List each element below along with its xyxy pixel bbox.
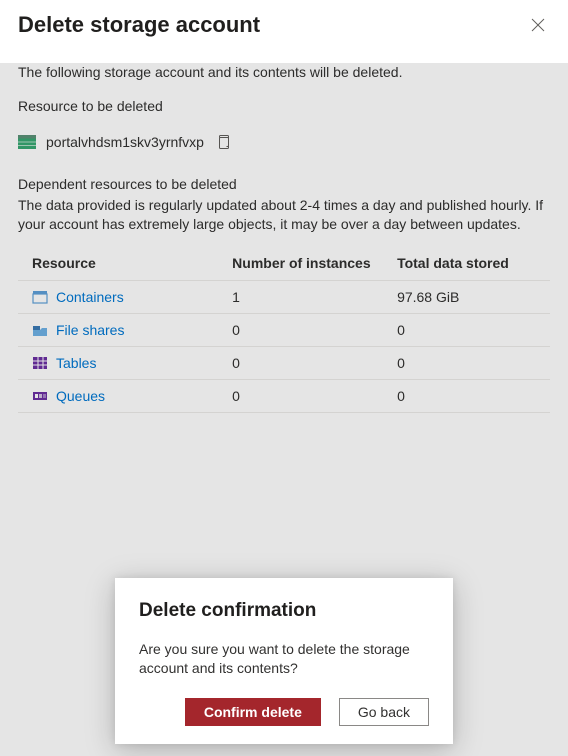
col-resource[interactable]: Resource [18,246,220,281]
panel-content: The following storage account and its co… [0,56,568,421]
dependent-section-label: Dependent resources to be deleted [18,176,550,192]
instances-cell: 0 [220,313,385,346]
instances-cell: 0 [220,379,385,412]
table-icon [32,356,48,370]
dependent-resources-table: Resource Number of instances Total data … [18,246,550,413]
resource-link-queues[interactable]: Queues [56,388,105,404]
confirm-delete-button[interactable]: Confirm delete [185,698,321,726]
dialog-message: Are you sure you want to delete the stor… [139,640,429,678]
stored-cell: 97.68 GiB [385,280,550,313]
table-row: File shares 00 [18,313,550,346]
container-icon [32,290,48,304]
stored-cell: 0 [385,313,550,346]
resource-link-tables[interactable]: Tables [56,355,96,371]
fileshare-icon [32,323,48,337]
copy-button[interactable] [214,132,232,152]
page-title: Delete storage account [18,12,260,38]
resource-row: portalvhdsm1skv3yrnfvxp [18,132,550,152]
dependent-description: The data provided is regularly updated a… [18,196,550,234]
queue-icon [32,389,48,403]
go-back-button[interactable]: Go back [339,698,429,726]
intro-text: The following storage account and its co… [18,64,550,80]
close-icon [530,17,546,33]
instances-cell: 1 [220,280,385,313]
table-row: Containers 197.68 GiB [18,280,550,313]
confirmation-dialog: Delete confirmation Are you sure you wan… [115,578,453,744]
storage-account-icon [18,135,36,149]
table-row: Queues 00 [18,379,550,412]
resource-name: portalvhdsm1skv3yrnfvxp [46,134,204,150]
stored-cell: 0 [385,346,550,379]
dialog-title: Delete confirmation [139,600,429,622]
dialog-actions: Confirm delete Go back [139,698,429,726]
copy-icon [216,134,230,150]
resource-link-containers[interactable]: Containers [56,289,124,305]
instances-cell: 0 [220,346,385,379]
resource-section-label: Resource to be deleted [18,98,550,114]
resource-link-file-shares[interactable]: File shares [56,322,124,338]
col-stored[interactable]: Total data stored [385,246,550,281]
col-instances[interactable]: Number of instances [220,246,385,281]
stored-cell: 0 [385,379,550,412]
panel-header: Delete storage account [0,0,568,56]
table-row: Tables 00 [18,346,550,379]
close-button[interactable] [526,13,550,37]
